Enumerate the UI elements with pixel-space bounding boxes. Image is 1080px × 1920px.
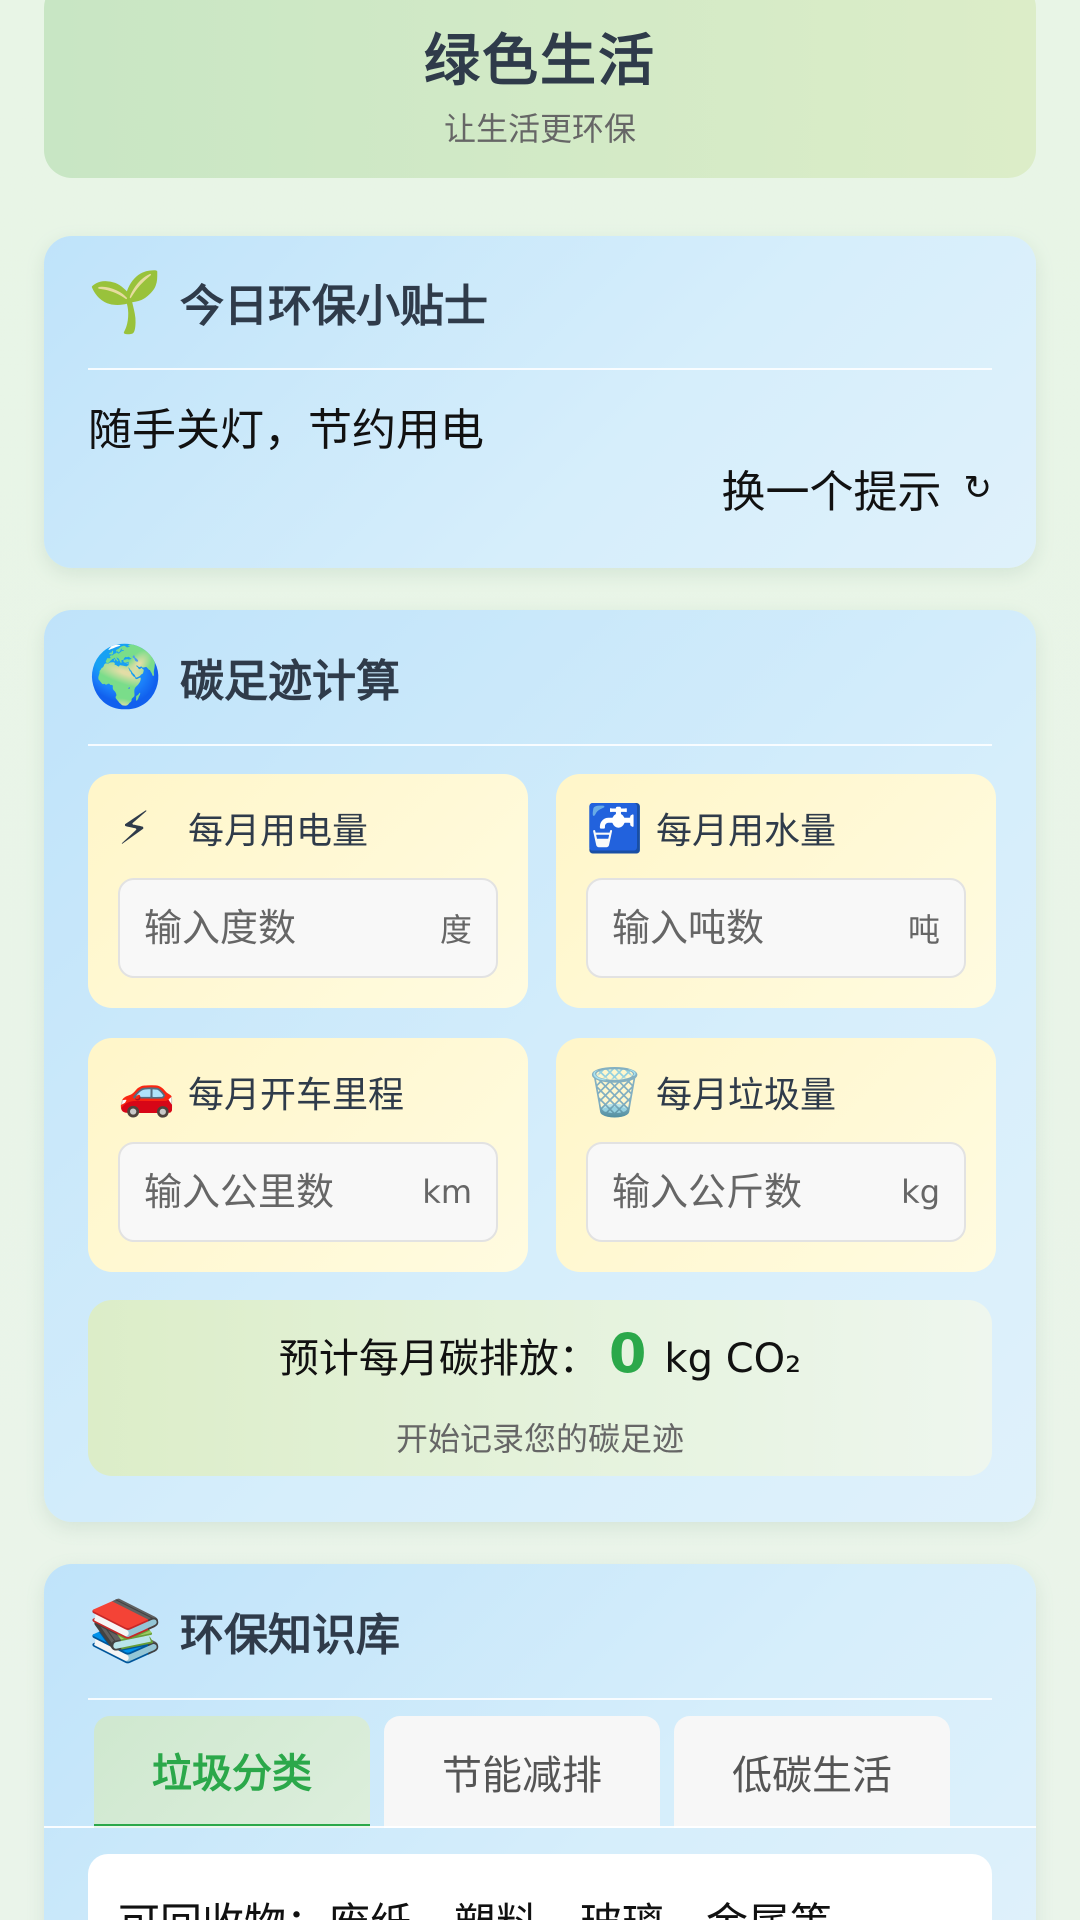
waste-input-box: kg bbox=[586, 1142, 966, 1242]
page-title: 绿色生活 bbox=[424, 29, 656, 94]
water-field: 🚰 每月用水量 吨 bbox=[556, 774, 996, 1008]
page-subtitle: 让生活更环保 bbox=[443, 110, 636, 148]
water-input[interactable] bbox=[612, 906, 872, 950]
knowledge-card-title: 环保知识库 bbox=[180, 1610, 400, 1661]
tip-card: 🌱 今日环保小贴士 随手关灯，节约用电 换一个提示 ↻ bbox=[44, 236, 1036, 568]
driving-input[interactable] bbox=[144, 1170, 404, 1214]
driving-label: 每月开车里程 bbox=[188, 1075, 405, 1116]
car-icon: 🚗 bbox=[118, 1065, 176, 1119]
carbon-result-line: 预计每月碳排放： 0 kg CO₂ bbox=[88, 1322, 992, 1385]
electricity-label: 每月用电量 bbox=[188, 811, 369, 852]
lightning-icon: ⚡ bbox=[118, 801, 151, 855]
knowledge-content: 可回收物：废纸、塑料、玻璃、金属等 bbox=[88, 1854, 992, 1920]
tab-garbage-sorting[interactable]: 垃圾分类 bbox=[94, 1716, 370, 1828]
water-unit: 吨 bbox=[907, 911, 940, 949]
driving-input-box: km bbox=[118, 1142, 498, 1242]
waste-field: 🗑️ 每月垃圾量 kg bbox=[556, 1038, 996, 1272]
tip-text: 随手关灯，节约用电 bbox=[88, 405, 484, 456]
globe-icon: 🌍 bbox=[88, 642, 163, 712]
waste-label: 每月垃圾量 bbox=[656, 1075, 837, 1116]
tip-card-header: 🌱 今日环保小贴士 bbox=[88, 236, 992, 370]
waste-unit: kg bbox=[901, 1173, 940, 1211]
water-label-row: 🚰 每月用水量 bbox=[586, 802, 836, 854]
electricity-input-box: 度 bbox=[118, 878, 498, 978]
electricity-field: ⚡ 每月用电量 度 bbox=[88, 774, 528, 1008]
books-icon: 📚 bbox=[88, 1596, 163, 1666]
knowledge-card-header: 📚 环保知识库 bbox=[88, 1564, 992, 1700]
carbon-calculator-card: 🌍 碳足迹计算 ⚡ 每月用电量 度 🚰 每月用水量 吨 🚗 每月开车里程 km bbox=[44, 610, 1036, 1522]
carbon-result-hint: 开始记录您的碳足迹 bbox=[395, 1420, 684, 1458]
electricity-label-row: ⚡ 每月用电量 bbox=[118, 802, 368, 854]
refresh-icon: ↻ bbox=[963, 468, 993, 508]
refresh-tip-button[interactable]: 换一个提示 ↻ bbox=[722, 456, 993, 520]
carbon-card-title: 碳足迹计算 bbox=[180, 656, 400, 707]
tab-energy-saving[interactable]: 节能减排 bbox=[384, 1716, 660, 1828]
knowledge-tabs: 垃圾分类 节能减排 低碳生活 bbox=[94, 1716, 964, 1828]
water-input-box: 吨 bbox=[586, 878, 966, 978]
tabs-divider bbox=[44, 1826, 1036, 1828]
electricity-unit: 度 bbox=[439, 911, 472, 949]
tip-card-title: 今日环保小贴士 bbox=[180, 281, 488, 332]
waste-label-row: 🗑️ 每月垃圾量 bbox=[586, 1066, 836, 1118]
trash-icon: 🗑️ bbox=[586, 1065, 644, 1119]
carbon-result-panel: 预计每月碳排放： 0 kg CO₂ 开始记录您的碳足迹 bbox=[88, 1300, 992, 1476]
driving-unit: km bbox=[422, 1173, 472, 1211]
knowledge-card: 📚 环保知识库 垃圾分类 节能减排 低碳生活 可回收物：废纸、塑料、玻璃、金属等 bbox=[44, 1564, 1036, 1920]
water-tap-icon: 🚰 bbox=[586, 801, 644, 855]
carbon-result-unit: kg CO₂ bbox=[664, 1336, 802, 1382]
driving-field: 🚗 每月开车里程 km bbox=[88, 1038, 528, 1272]
water-label: 每月用水量 bbox=[656, 811, 837, 852]
seedling-icon: 🌱 bbox=[88, 267, 163, 337]
electricity-input[interactable] bbox=[144, 906, 404, 950]
refresh-tip-label: 换一个提示 bbox=[721, 467, 942, 518]
carbon-card-header: 🌍 碳足迹计算 bbox=[88, 610, 992, 746]
carbon-result-label: 预计每月碳排放： bbox=[278, 1336, 599, 1382]
app-header: 绿色生活 让生活更环保 bbox=[44, 0, 1036, 178]
carbon-result-value: 0 bbox=[608, 1322, 647, 1385]
tab-low-carbon[interactable]: 低碳生活 bbox=[674, 1716, 950, 1828]
waste-input[interactable] bbox=[612, 1170, 872, 1214]
driving-label-row: 🚗 每月开车里程 bbox=[118, 1066, 404, 1118]
